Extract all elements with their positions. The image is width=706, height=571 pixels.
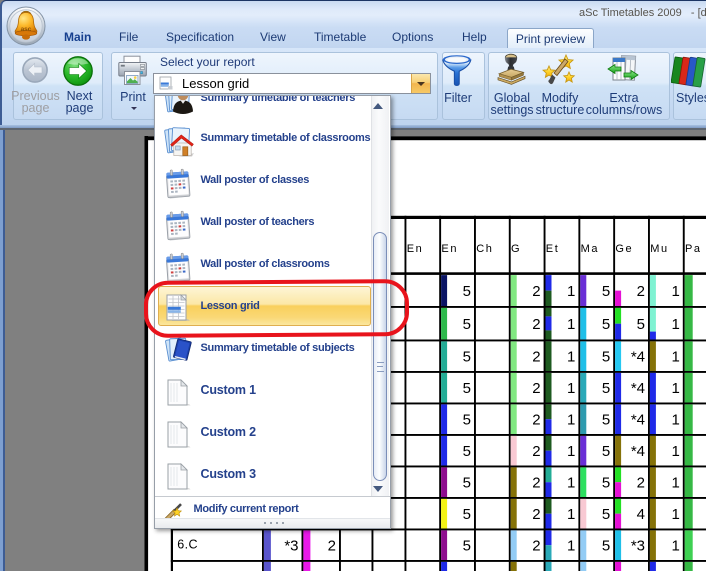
svg-text:1: 1	[671, 283, 679, 300]
svg-text:5: 5	[602, 506, 610, 523]
svg-text:5: 5	[463, 412, 471, 429]
svg-text:1: 1	[567, 283, 575, 300]
svg-text:*3: *3	[284, 538, 298, 555]
svg-text:5: 5	[463, 380, 471, 397]
svg-text:2: 2	[532, 349, 540, 366]
svg-text:Ge: Ge	[615, 243, 633, 255]
svg-text:Pa: Pa	[685, 243, 702, 255]
svg-text:1: 1	[567, 380, 575, 397]
svg-text:1: 1	[567, 506, 575, 523]
svg-text:1: 1	[671, 380, 679, 397]
svg-text:5: 5	[463, 349, 471, 366]
svg-text:2: 2	[637, 283, 645, 300]
svg-text:*4: *4	[631, 380, 645, 397]
svg-text:2: 2	[532, 506, 540, 523]
svg-text:*4: *4	[631, 349, 645, 366]
svg-text:5: 5	[602, 475, 610, 492]
svg-text:5: 5	[602, 538, 610, 555]
svg-text:5: 5	[602, 283, 610, 300]
svg-text:5: 5	[602, 380, 610, 397]
svg-text:*3: *3	[631, 538, 645, 555]
svg-text:*4: *4	[631, 412, 645, 429]
svg-text:1: 1	[671, 506, 679, 523]
svg-text:2: 2	[532, 283, 540, 300]
svg-text:5: 5	[463, 283, 471, 300]
svg-text:1: 1	[671, 412, 679, 429]
svg-text:1: 1	[567, 475, 575, 492]
svg-text:6.C: 6.C	[177, 538, 198, 552]
svg-text:1: 1	[567, 443, 575, 460]
svg-text:1: 1	[671, 475, 679, 492]
svg-text:Et: Et	[546, 243, 560, 255]
svg-text:5: 5	[602, 412, 610, 429]
svg-text:5: 5	[602, 316, 610, 333]
svg-text:5: 5	[463, 506, 471, 523]
svg-text:1: 1	[567, 316, 575, 333]
svg-text:1: 1	[567, 412, 575, 429]
svg-text:G: G	[511, 243, 521, 255]
svg-text:2: 2	[532, 538, 540, 555]
svg-text:1: 1	[671, 538, 679, 555]
svg-text:2: 2	[532, 316, 540, 333]
svg-text:1: 1	[671, 443, 679, 460]
svg-text:En: En	[441, 243, 458, 255]
svg-text:1: 1	[567, 349, 575, 366]
svg-text:1: 1	[671, 316, 679, 333]
svg-text:Ma: Ma	[581, 243, 599, 255]
svg-text:5: 5	[463, 538, 471, 555]
svg-text:asc: asc	[21, 26, 32, 33]
svg-text:5: 5	[463, 475, 471, 492]
svg-text:5: 5	[602, 349, 610, 366]
svg-text:1: 1	[671, 349, 679, 366]
svg-text:5: 5	[463, 443, 471, 460]
svg-text:2: 2	[637, 475, 645, 492]
svg-text:5: 5	[637, 316, 645, 333]
svg-text:5: 5	[602, 443, 610, 460]
svg-text:2: 2	[532, 412, 540, 429]
svg-text:2: 2	[532, 443, 540, 460]
svg-text:4: 4	[637, 506, 645, 523]
svg-text:*4: *4	[631, 443, 645, 460]
svg-text:2: 2	[532, 475, 540, 492]
svg-text:5: 5	[463, 316, 471, 333]
svg-text:Ch: Ch	[476, 243, 493, 255]
svg-text:2: 2	[328, 538, 336, 555]
svg-text:Mu: Mu	[650, 243, 668, 255]
svg-text:1: 1	[567, 538, 575, 555]
svg-text:En: En	[407, 243, 424, 255]
svg-text:2: 2	[532, 380, 540, 397]
